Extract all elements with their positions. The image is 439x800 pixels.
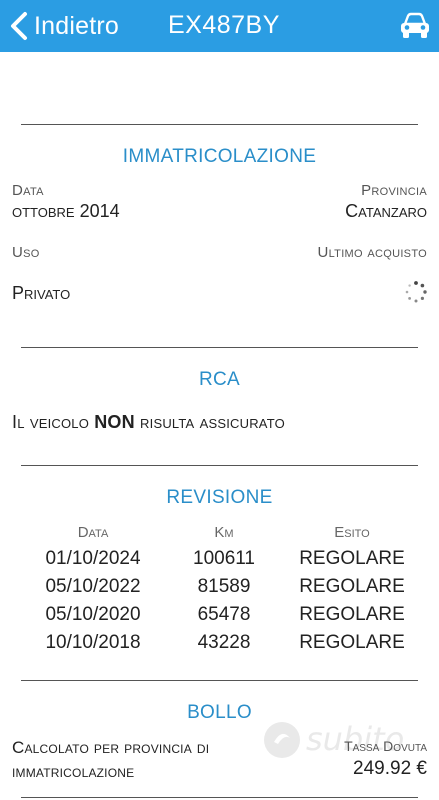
- revisione-km: 100611: [193, 548, 255, 569]
- chevron-left-icon: [11, 12, 27, 40]
- revisione-esito: REGOLARE: [299, 604, 405, 625]
- top-bar: Indietro EX487BY: [0, 0, 439, 52]
- provincia-label: Provincia: [361, 182, 427, 199]
- section-title-rca: RCA: [198, 369, 240, 390]
- revisione-date: 05/10/2020: [45, 604, 141, 625]
- revisione-esito: REGOLARE: [299, 632, 405, 653]
- bollo-description: Calcolato per provincia di immatricolazi…: [12, 736, 209, 784]
- revisione-esito: REGOLARE: [299, 548, 405, 569]
- back-label: Indietro: [34, 11, 119, 40]
- car-icon[interactable]: [399, 12, 431, 40]
- rca-status-text: Il veicolo NON risulta assicurato: [12, 412, 285, 433]
- divider: [21, 347, 418, 348]
- revisione-header-km: Km: [214, 524, 234, 541]
- ultimo-acquisto-label: Ultimo acquisto: [317, 244, 427, 261]
- tassa-dovuta-label: Tassa Dovuta: [344, 738, 427, 754]
- section-title-immatricolazione: IMMATRICOLAZIONE: [122, 146, 317, 167]
- uso-value: Privato: [12, 283, 71, 303]
- revisione-date: 01/10/2024: [45, 548, 141, 569]
- rca-text-bold: NON: [94, 412, 135, 432]
- data-label: Data: [12, 182, 44, 199]
- rca-text-before: Il veicolo: [12, 412, 95, 432]
- revisione-date: 05/10/2022: [45, 576, 141, 597]
- uso-label: Uso: [12, 244, 40, 261]
- divider: [21, 680, 418, 681]
- rca-text-after: risulta assicurato: [134, 412, 285, 432]
- bollo-desc-line2: immatricolazione: [12, 762, 135, 781]
- page-title: EX487BY: [168, 11, 280, 39]
- divider: [21, 797, 418, 798]
- revisione-header-data: Data: [77, 524, 109, 541]
- subito-logo-icon: [264, 722, 300, 758]
- revisione-km: 81589: [197, 576, 251, 597]
- revisione-date: 10/10/2018: [45, 632, 141, 653]
- data-value: ottobre 2014: [12, 201, 120, 221]
- revisione-header-esito: Esito: [334, 524, 370, 541]
- revisione-km: 43228: [197, 632, 251, 653]
- bollo-desc-line1: Calcolato per provincia di: [12, 738, 210, 757]
- divider: [21, 465, 418, 466]
- section-title-revisione: REVISIONE: [166, 487, 273, 508]
- divider: [21, 124, 418, 125]
- revisione-km: 65478: [197, 604, 251, 625]
- provincia-value: Catanzaro: [345, 201, 427, 221]
- revisione-esito: REGOLARE: [299, 576, 405, 597]
- back-button[interactable]: Indietro: [8, 10, 119, 42]
- tassa-dovuta-value: 249.92 €: [353, 758, 427, 779]
- loading-spinner-icon: [405, 281, 427, 303]
- section-title-bollo: BOLLO: [187, 702, 252, 723]
